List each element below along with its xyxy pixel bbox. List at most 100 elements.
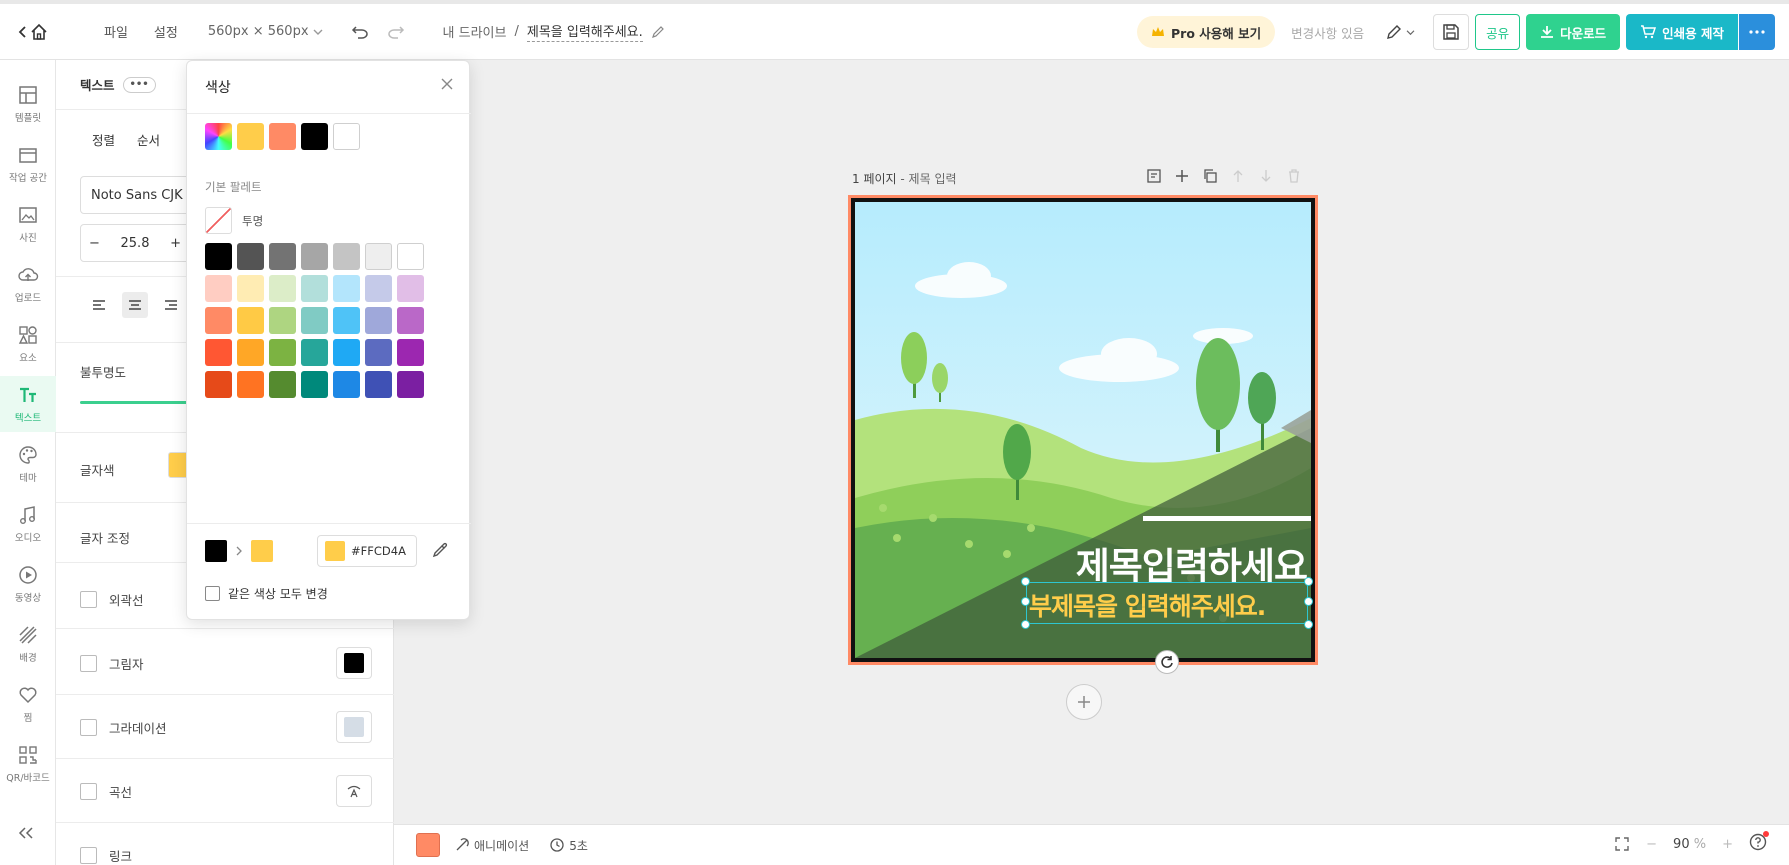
- palette-color-swatch[interactable]: [333, 371, 360, 398]
- page-duration-button[interactable]: 5초: [549, 837, 588, 854]
- add-page-icon[interactable]: [1174, 168, 1190, 184]
- page-title[interactable]: - 제목 입력: [900, 172, 956, 186]
- close-popup-button[interactable]: [441, 75, 453, 94]
- tab-order[interactable]: 순서: [137, 130, 160, 149]
- pencil-icon[interactable]: [651, 25, 665, 39]
- draw-tool-dropdown[interactable]: [1386, 24, 1415, 40]
- link-checkbox[interactable]: [80, 847, 97, 864]
- move-page-down-icon[interactable]: [1258, 168, 1274, 184]
- opacity-slider[interactable]: [80, 401, 200, 404]
- rail-item-theme[interactable]: 테마: [0, 444, 56, 484]
- palette-color-swatch[interactable]: [333, 339, 360, 366]
- print-order-button[interactable]: 인쇄용 제작: [1626, 14, 1738, 50]
- rail-item-text[interactable]: 텍스트: [0, 376, 56, 432]
- align-right-button[interactable]: [158, 292, 184, 318]
- zoom-out-button[interactable]: −: [1646, 837, 1657, 852]
- outline-option[interactable]: 외곽선: [80, 590, 144, 609]
- palette-color-swatch[interactable]: [269, 371, 296, 398]
- shadow-checkbox[interactable]: [80, 655, 97, 672]
- add-new-page-button[interactable]: [1066, 684, 1102, 720]
- save-button[interactable]: [1433, 14, 1470, 50]
- rail-item-video[interactable]: 동영상: [0, 564, 56, 604]
- palette-color-swatch[interactable]: [365, 307, 392, 334]
- resize-handle[interactable]: [1021, 597, 1030, 606]
- decrease-size-button[interactable]: −: [89, 236, 100, 251]
- palette-color-swatch[interactable]: [205, 371, 232, 398]
- change-all-same-color-option[interactable]: 같은 색상 모두 변경: [205, 585, 328, 602]
- page-background-color-button[interactable]: [416, 833, 440, 857]
- rail-item-upload[interactable]: 업로드: [0, 264, 56, 304]
- palette-color-swatch[interactable]: [269, 307, 296, 334]
- eyedropper-button[interactable]: [431, 541, 449, 562]
- recent-color-swatch[interactable]: [333, 123, 360, 150]
- font-size-value[interactable]: 25.8: [121, 236, 150, 251]
- canvas-size-dropdown[interactable]: 560px × 560px: [208, 24, 323, 39]
- move-page-up-icon[interactable]: [1230, 168, 1246, 184]
- resize-handle[interactable]: [1021, 620, 1030, 629]
- zoom-in-button[interactable]: +: [1722, 837, 1733, 852]
- rail-item-templates[interactable]: 템플릿: [0, 84, 56, 124]
- recent-color-swatch[interactable]: [269, 123, 296, 150]
- palette-color-swatch[interactable]: [397, 339, 424, 366]
- trash-icon[interactable]: [1286, 168, 1302, 184]
- breadcrumb-root[interactable]: 내 드라이브: [443, 22, 507, 41]
- shadow-option[interactable]: 그림자: [80, 654, 144, 673]
- outline-checkbox[interactable]: [80, 591, 97, 608]
- palette-color-swatch[interactable]: [397, 275, 424, 302]
- more-options-button[interactable]: [1739, 14, 1775, 50]
- tab-align[interactable]: 정렬: [92, 130, 115, 149]
- palette-color-swatch[interactable]: [301, 371, 328, 398]
- rail-item-workspace[interactable]: 작업 공간: [0, 144, 56, 184]
- palette-color-swatch[interactable]: [397, 307, 424, 334]
- menu-settings[interactable]: 설정: [154, 22, 178, 41]
- palette-color-swatch[interactable]: [365, 339, 392, 366]
- palette-color-swatch[interactable]: [205, 339, 232, 366]
- duplicate-page-icon[interactable]: [1202, 168, 1218, 184]
- collapse-panel-button[interactable]: [18, 824, 34, 843]
- document-title[interactable]: 제목을 입력해주세요.: [526, 21, 643, 42]
- palette-color-swatch[interactable]: [301, 243, 328, 270]
- palette-color-swatch[interactable]: [205, 243, 232, 270]
- rail-item-qr-barcode[interactable]: QR/바코드: [0, 744, 56, 784]
- resize-handle[interactable]: [1304, 597, 1313, 606]
- rail-item-favorites[interactable]: 찜: [0, 684, 56, 724]
- shadow-color-button[interactable]: [336, 647, 372, 679]
- recent-color-swatch[interactable]: [301, 123, 328, 150]
- resize-handle[interactable]: [1304, 620, 1313, 629]
- palette-color-swatch[interactable]: [237, 275, 264, 302]
- rail-item-elements[interactable]: 요소: [0, 324, 56, 364]
- palette-color-swatch[interactable]: [237, 307, 264, 334]
- palette-color-swatch[interactable]: [301, 275, 328, 302]
- palette-color-swatch[interactable]: [237, 371, 264, 398]
- link-option[interactable]: 링크: [80, 846, 132, 865]
- zoom-level[interactable]: 90 %: [1673, 837, 1706, 852]
- pro-trial-button[interactable]: Pro 사용해 보기: [1137, 16, 1276, 48]
- design-artboard[interactable]: 제목입력하세요 부제목을 입력해주세요.: [848, 195, 1318, 674]
- change-all-same-color-checkbox[interactable]: [205, 586, 220, 601]
- palette-color-swatch[interactable]: [301, 339, 328, 366]
- curve-checkbox[interactable]: [80, 783, 97, 800]
- palette-color-swatch[interactable]: [333, 307, 360, 334]
- subheading-text-selected[interactable]: 부제목을 입력해주세요.: [1021, 577, 1313, 629]
- font-size-stepper[interactable]: − 25.8 +: [80, 224, 190, 262]
- palette-color-swatch[interactable]: [237, 243, 264, 270]
- palette-color-swatch[interactable]: [269, 339, 296, 366]
- rail-item-photos[interactable]: 사진: [0, 204, 56, 244]
- share-button[interactable]: 공유: [1475, 14, 1521, 50]
- palette-color-swatch[interactable]: [205, 307, 232, 334]
- palette-color-swatch[interactable]: [301, 307, 328, 334]
- page-note-icon[interactable]: [1146, 168, 1162, 184]
- download-button[interactable]: 다운로드: [1526, 14, 1621, 50]
- palette-color-swatch[interactable]: [333, 243, 360, 270]
- palette-color-swatch[interactable]: [397, 243, 424, 270]
- align-left-button[interactable]: [86, 292, 112, 318]
- home-button[interactable]: [18, 23, 58, 41]
- resize-handle[interactable]: [1304, 577, 1313, 586]
- curve-style-button[interactable]: [336, 775, 372, 807]
- undo-icon[interactable]: [351, 25, 369, 39]
- palette-color-swatch[interactable]: [365, 275, 392, 302]
- recent-color-swatch[interactable]: [237, 123, 264, 150]
- gradient-checkbox[interactable]: [80, 719, 97, 736]
- palette-color-swatch[interactable]: [333, 275, 360, 302]
- resize-handle[interactable]: [1021, 577, 1030, 586]
